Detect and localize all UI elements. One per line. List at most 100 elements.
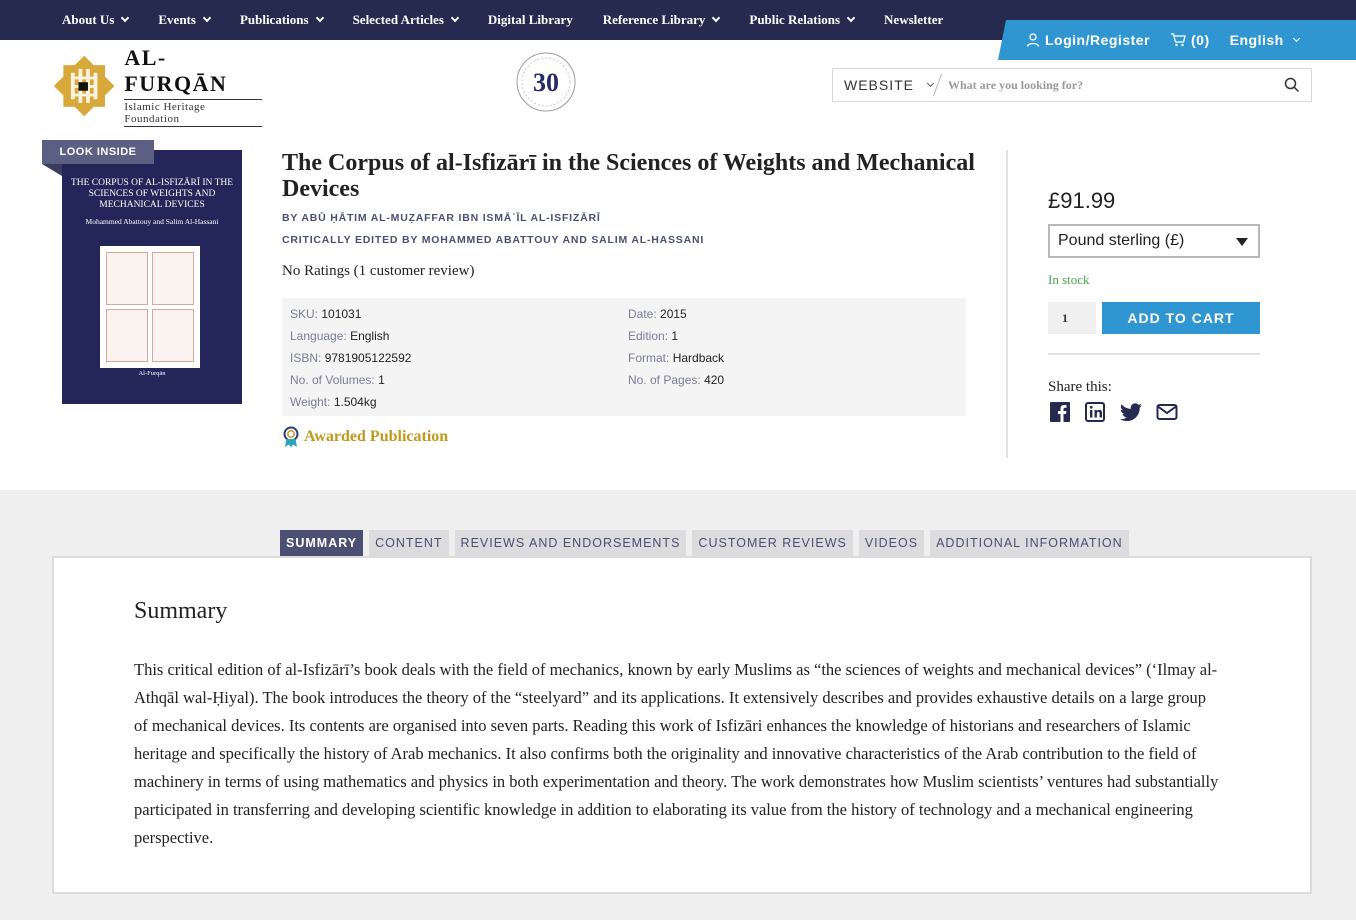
quantity-input[interactable] (1048, 302, 1096, 334)
search-scope-label: WEBSITE (844, 77, 915, 93)
svg-text:30: 30 (533, 68, 559, 97)
login-register-link[interactable]: Login/Register (1026, 32, 1150, 48)
nav-item-selected-articles[interactable]: Selected Articles (352, 12, 460, 28)
nav-item-about-us[interactable]: About Us (62, 12, 130, 28)
share-icons (1048, 400, 1190, 424)
nav-item-label: Newsletter (884, 12, 944, 27)
attr-label: Language: (290, 329, 347, 343)
cart-count: (0) (1191, 32, 1210, 48)
chevron-down-icon (450, 13, 460, 23)
award-label: Awarded Publication (304, 428, 449, 445)
nav-item-public-relations[interactable]: Public Relations (749, 12, 856, 28)
attr-volumes: No. of Volumes: 1 (290, 373, 385, 387)
account-bar: Login/Register (0) English (998, 20, 1356, 60)
look-inside-fold (42, 164, 62, 176)
tab-additional-information[interactable]: ADDITIONAL INFORMATION (930, 530, 1129, 556)
tab-summary[interactable]: SUMMARY (280, 530, 364, 556)
chevron-down-icon (121, 13, 130, 23)
main-nav: About Us Events Publications Selected Ar… (62, 0, 973, 40)
cover-illustrations (100, 246, 200, 368)
attr-label: Date: (628, 307, 657, 321)
nav-item-label: Digital Library (487, 12, 573, 27)
tab-content[interactable]: CONTENT (369, 530, 449, 556)
search-button[interactable] (1273, 77, 1311, 93)
search-icon (1284, 77, 1300, 93)
user-icon (1026, 33, 1040, 47)
attr-value: 9781905122592 (324, 351, 412, 365)
chevron-down-icon (202, 13, 212, 23)
tab-reviews-and-endorsements[interactable]: REVIEWS AND ENDORSEMENTS (454, 530, 687, 556)
language-label: English (1229, 32, 1284, 48)
nav-item-label: About Us (62, 12, 115, 27)
nav-item-label: Publications (239, 12, 309, 27)
attr-label: ISBN: (290, 351, 322, 365)
currency-label: Pound sterling (£) (1058, 232, 1185, 249)
cover-publisher: Al-Furqān (138, 370, 166, 377)
email-icon[interactable] (1155, 400, 1179, 424)
attr-format: Format: Hardback (628, 351, 724, 365)
attr-value: English (350, 329, 390, 343)
product-title: The Corpus of al-Isfizārī in the Science… (282, 150, 975, 202)
twitter-icon[interactable] (1118, 400, 1144, 424)
search-scope-select[interactable]: WEBSITE (833, 77, 935, 93)
attr-value: 420 (704, 373, 725, 387)
nav-item-label: Events (158, 12, 196, 27)
tab-videos[interactable]: VIDEOS (858, 530, 925, 556)
facebook-icon[interactable] (1048, 400, 1072, 424)
cart-link[interactable]: (0) (1170, 32, 1210, 48)
nav-item-events[interactable]: Events (158, 12, 212, 28)
nav-item-label: Reference Library (602, 12, 706, 27)
chevron-down-icon (926, 79, 935, 87)
language-selector[interactable]: English (1229, 32, 1300, 48)
currency-select[interactable]: Pound sterling (£) (1048, 224, 1260, 258)
dropdown-arrow-icon (1236, 238, 1248, 246)
attr-value: 2015 (660, 307, 687, 321)
nav-item-publications[interactable]: Publications (239, 12, 324, 28)
column-divider (1006, 150, 1008, 458)
attr-value: 101031 (321, 307, 362, 321)
attr-label: Edition: (628, 329, 669, 343)
award-badge: Awarded Publication (282, 426, 448, 448)
nav-item-digital-library[interactable]: Digital Library (488, 12, 573, 28)
divider (1048, 353, 1260, 355)
logo-text: AL-FURQĀN Islamic Heritage Foundation (124, 45, 262, 127)
book-cover[interactable]: The Corpus of al-Isfizārī in the Science… (62, 150, 242, 404)
nav-item-reference-library[interactable]: Reference Library (602, 12, 721, 28)
product-editors: CRITICALLY EDITED BY MOHAMMED ABATTOUY A… (282, 234, 705, 246)
product-tabs: SUMMARY CONTENT REVIEWS AND ENDORSEMENTS… (280, 530, 1135, 556)
add-to-cart-button[interactable]: ADD TO CART (1102, 302, 1260, 334)
look-inside-button[interactable]: LOOK INSIDE (42, 140, 154, 164)
logo-subtitle: Islamic Heritage Foundation (124, 99, 262, 127)
tab-customer-reviews[interactable]: CUSTOMER REVIEWS (692, 530, 853, 556)
attr-label: No. of Pages: (628, 373, 701, 387)
attr-value: 1.504kg (333, 395, 377, 409)
logo-title: AL-FURQĀN (124, 45, 228, 96)
attr-value: 1 (378, 373, 385, 387)
rating-summary[interactable]: No Ratings (1 customer review) (282, 263, 474, 280)
nav-item-label: Public Relations (749, 12, 841, 27)
al-furqan-logo-mark (53, 55, 115, 117)
chevron-down-icon (712, 13, 721, 23)
attr-value: 1 (671, 329, 679, 343)
attr-sku: SKU: 101031 (290, 307, 361, 321)
attr-weight: Weight: 1.504kg (290, 395, 377, 409)
share-label: Share this: (1048, 379, 1112, 395)
summary-panel: Summary This critical edition of al-Isfi… (52, 556, 1312, 894)
nav-item-label: Selected Articles (352, 12, 444, 27)
site-logo[interactable]: AL-FURQĀN Islamic Heritage Foundation (52, 45, 262, 127)
attr-label: Weight: (290, 395, 331, 409)
award-ribbon-icon (283, 426, 299, 448)
cover-authors: Mohammed Abattouy and Salim Al-Hassani (85, 217, 219, 226)
cart-icon (1171, 33, 1186, 47)
chevron-down-icon (1292, 34, 1300, 42)
nav-item-newsletter[interactable]: Newsletter (884, 12, 943, 28)
login-register-label: Login/Register (1045, 32, 1151, 48)
product-price: £91.99 (1048, 188, 1116, 213)
linkedin-icon[interactable] (1083, 400, 1107, 424)
attr-date: Date: 2015 (628, 307, 687, 321)
summary-text: This critical edition of al-Isfizārī’s b… (134, 660, 1219, 847)
product-author: BY ABŪ ḤĀTIM AL-MUẒAFFAR IBN ISMĀʿĪL AL-… (282, 212, 601, 224)
30th-anniversary-badge: 30 (516, 52, 576, 112)
attr-language: Language: English (290, 329, 389, 343)
search-input[interactable] (938, 70, 1273, 100)
